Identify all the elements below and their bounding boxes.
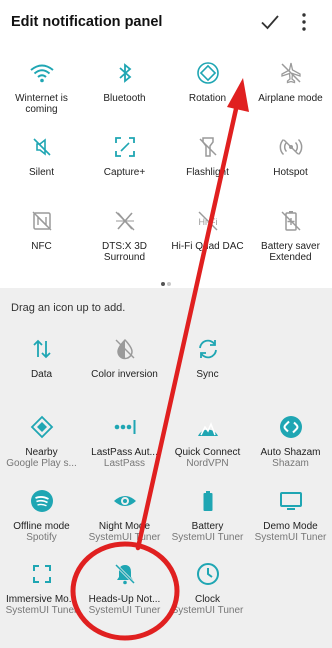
tile-label: Flashlight	[186, 167, 229, 178]
tile-label: Demo Mode	[263, 521, 318, 532]
capture-icon	[114, 137, 135, 157]
clock-icon	[196, 563, 219, 585]
tile-label: Color inversion	[91, 369, 158, 380]
tile-nearby[interactable]: Nearby Google Play s...	[0, 414, 83, 469]
tile-offline-mode[interactable]: Offline mode Spotify	[0, 488, 83, 543]
tile-battery-saver[interactable]: Battery saver Extended	[249, 208, 332, 263]
tile-label: Sync	[196, 369, 219, 380]
wifi-icon	[29, 64, 54, 83]
tile-dts[interactable]: DTS:X 3D Surround	[83, 208, 166, 263]
tile-hifi[interactable]: Hi-Fi Hi-Fi Quad DAC	[166, 208, 249, 252]
tile-label: Heads-Up Not...	[88, 594, 161, 605]
sync-icon	[198, 339, 217, 359]
tile-label: Battery saver Extended	[261, 241, 320, 263]
tile-label: Hi-Fi Quad DAC	[171, 241, 244, 252]
airplane-icon	[280, 62, 301, 84]
more-vertical-icon[interactable]	[292, 10, 316, 34]
data-icon	[32, 339, 51, 359]
page-title: Edit notification panel	[11, 14, 163, 30]
tile-label: Data	[30, 369, 53, 380]
tile-night-mode[interactable]: Night Mode SystemUI Tuner	[83, 488, 166, 543]
tile-hotspot[interactable]: Hotspot	[249, 134, 332, 178]
tile-label: Nearby	[25, 447, 58, 458]
header-bar: Edit notification panel	[0, 0, 332, 46]
tile-rotation[interactable]: Rotation	[166, 60, 249, 104]
tile-label: Offline mode	[13, 521, 70, 532]
tile-sublabel: Google Play s...	[6, 458, 77, 469]
spotify-icon	[30, 490, 53, 512]
tile-label: Bluetooth	[103, 93, 146, 104]
dts-icon	[115, 211, 134, 231]
nearby-icon	[30, 415, 53, 439]
tile-label: Winternet is coming	[15, 93, 68, 115]
page-dot	[167, 282, 171, 286]
demo-mode-icon	[279, 492, 302, 510]
tile-sublabel: SystemUI Tuner	[5, 605, 78, 616]
tile-capture[interactable]: Capture+	[83, 134, 166, 178]
tile-label: LastPass Aut...	[91, 447, 158, 458]
page-dot-active	[161, 282, 165, 286]
tile-nfc[interactable]: NFC	[0, 208, 83, 252]
nordvpn-icon	[197, 421, 218, 436]
shazam-icon	[279, 416, 302, 438]
tile-label: NFC	[31, 241, 52, 252]
nfc-icon	[32, 211, 51, 231]
tile-lastpass[interactable]: LastPass Aut... LastPass	[83, 414, 166, 469]
tile-heads-up[interactable]: Heads-Up Not... SystemUI Tuner	[83, 561, 166, 616]
tile-label: Immersive Mo...	[5, 594, 78, 605]
tile-sublabel: SystemUI Tuner	[254, 532, 327, 543]
tile-label: Clock	[194, 594, 220, 605]
available-tiles-panel: Drag an icon up to add. Data Color inver…	[0, 288, 332, 648]
tile-label: Rotation	[188, 93, 227, 104]
check-icon[interactable]	[258, 10, 282, 34]
tile-sublabel: SystemUI Tuner	[171, 532, 244, 543]
tile-demo-mode[interactable]: Demo Mode SystemUI Tuner	[249, 488, 332, 543]
tile-label: Capture+	[103, 167, 146, 178]
rotation-icon	[196, 62, 219, 84]
color-inversion-icon	[115, 338, 134, 360]
silent-icon	[32, 138, 51, 156]
tile-wifi[interactable]: Winternet is coming	[0, 60, 83, 115]
tile-nordvpn[interactable]: Quick Connect NordVPN	[166, 414, 249, 469]
tile-sublabel: LastPass	[103, 458, 146, 469]
bluetooth-icon	[118, 63, 131, 83]
tile-shazam[interactable]: Auto Shazam Shazam	[249, 414, 332, 469]
tile-label: Auto Shazam	[260, 447, 321, 458]
flashlight-icon	[198, 137, 217, 157]
tile-sublabel: Spotify	[26, 532, 57, 543]
tile-bluetooth[interactable]: Bluetooth	[83, 60, 166, 104]
tile-sublabel: Shazam	[272, 458, 309, 469]
drag-hint: Drag an icon up to add.	[11, 302, 126, 314]
svg-text:Hi-Fi: Hi-Fi	[198, 217, 217, 227]
heads-up-icon	[114, 564, 135, 585]
tile-label: Silent	[28, 167, 54, 178]
tile-battery[interactable]: Battery SystemUI Tuner	[166, 488, 249, 543]
tile-airplane[interactable]: Airplane mode	[249, 60, 332, 104]
tile-color-inversion[interactable]: Color inversion	[83, 336, 166, 380]
tile-label: Hotspot	[273, 167, 308, 178]
tile-sublabel: SystemUI Tuner	[88, 605, 161, 616]
battery-icon	[203, 491, 212, 511]
tile-immersive-mode[interactable]: Immersive Mo... SystemUI Tuner	[0, 561, 83, 616]
tile-sync[interactable]: Sync	[166, 336, 249, 380]
tile-sublabel: SystemUI Tuner	[171, 605, 244, 616]
tile-silent[interactable]: Silent	[0, 134, 83, 178]
hifi-icon: Hi-Fi	[198, 211, 217, 231]
lastpass-icon	[114, 420, 135, 434]
tile-label: Battery	[191, 521, 224, 532]
battery-saver-icon	[281, 211, 300, 231]
tile-data[interactable]: Data	[0, 336, 83, 380]
tile-label: Quick Connect	[174, 447, 241, 458]
immersive-icon	[32, 565, 51, 583]
tile-sublabel: NordVPN	[186, 458, 229, 469]
tile-label: Airplane mode	[258, 93, 323, 104]
tile-clock[interactable]: Clock SystemUI Tuner	[166, 561, 249, 616]
tile-label: Night Mode	[98, 521, 151, 532]
eye-icon	[113, 496, 136, 506]
tile-flashlight[interactable]: Flashlight	[166, 134, 249, 178]
hotspot-icon	[279, 138, 302, 156]
tile-label: DTS:X 3D Surround	[101, 241, 147, 263]
tile-sublabel: SystemUI Tuner	[88, 532, 161, 543]
